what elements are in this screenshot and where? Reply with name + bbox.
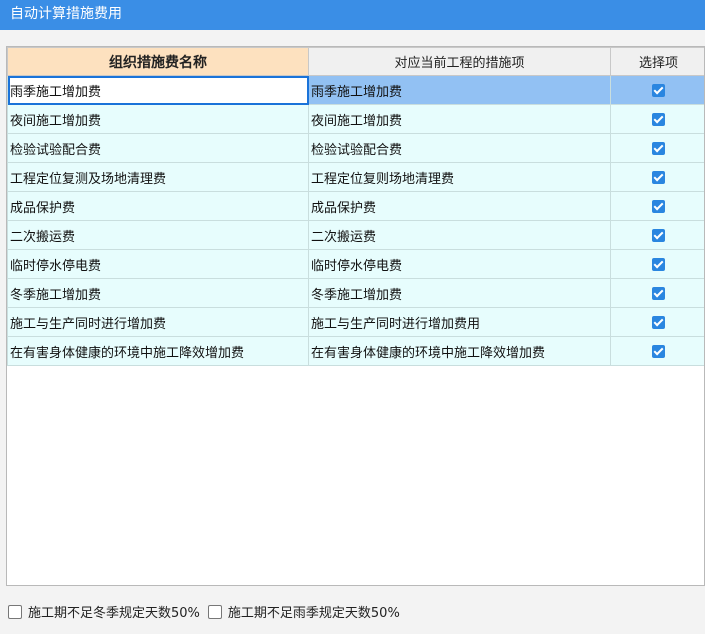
window-title: 自动计算措施费用 — [0, 0, 705, 30]
cell-project-item[interactable]: 工程定位复则场地清理费 — [308, 162, 611, 192]
table-row[interactable]: 雨季施工增加费 雨季施工增加费 — [7, 75, 704, 105]
select-checkbox[interactable] — [652, 315, 665, 329]
table-row[interactable]: 临时停水停电费 临时停水停电费 — [7, 249, 704, 279]
cell-measure-name[interactable]: 二次搬运费 — [7, 220, 309, 250]
select-checkbox[interactable] — [652, 112, 665, 126]
select-checkbox[interactable] — [652, 83, 665, 97]
cell-select — [610, 278, 704, 308]
select-checkbox[interactable] — [652, 170, 665, 184]
rain-shortfall-checkbox[interactable] — [207, 604, 222, 619]
cell-select — [610, 307, 704, 337]
cell-project-item[interactable]: 冬季施工增加费 — [308, 278, 611, 308]
select-checkbox[interactable] — [652, 257, 665, 271]
winter-shortfall-label: 施工期不足冬季规定天数50% — [28, 606, 200, 621]
cell-project-item[interactable]: 施工与生产同时进行增加费用 — [308, 307, 611, 337]
select-checkbox[interactable] — [652, 286, 665, 300]
table-row[interactable]: 成品保护费 成品保护费 — [7, 191, 704, 221]
cell-measure-name[interactable]: 夜间施工增加费 — [7, 104, 309, 134]
table-row[interactable]: 在有害身体健康的环境中施工降效增加费 在有害身体健康的环境中施工降效增加费 — [7, 336, 704, 366]
table-row[interactable]: 二次搬运费 二次搬运费 — [7, 220, 704, 250]
rain-shortfall-option[interactable]: 施工期不足雨季规定天数50% — [207, 602, 400, 621]
cell-measure-name[interactable]: 成品保护费 — [7, 191, 309, 221]
cell-project-item[interactable]: 检验试验配合费 — [308, 133, 611, 163]
column-header-select[interactable]: 选择项 — [610, 47, 704, 76]
footer-options: 施工期不足冬季规定天数50% 施工期不足雨季规定天数50% — [8, 602, 408, 621]
cell-measure-name[interactable]: 工程定位复测及场地清理费 — [7, 162, 309, 192]
cell-select — [610, 191, 704, 221]
cell-project-item[interactable]: 夜间施工增加费 — [308, 104, 611, 134]
cell-measure-name[interactable]: 在有害身体健康的环境中施工降效增加费 — [7, 336, 309, 366]
table-row[interactable]: 检验试验配合费 检验试验配合费 — [7, 133, 704, 163]
cell-select — [610, 104, 704, 134]
table-row[interactable]: 施工与生产同时进行增加费 施工与生产同时进行增加费用 — [7, 307, 704, 337]
column-header-item[interactable]: 对应当前工程的措施项 — [308, 47, 611, 76]
cell-measure-name[interactable]: 冬季施工增加费 — [7, 278, 309, 308]
cell-select — [610, 133, 704, 163]
select-checkbox[interactable] — [652, 141, 665, 155]
cell-project-item[interactable]: 在有害身体健康的环境中施工降效增加费 — [308, 336, 611, 366]
cell-select — [610, 220, 704, 250]
cell-select — [610, 162, 704, 192]
cell-project-item[interactable]: 二次搬运费 — [308, 220, 611, 250]
select-checkbox[interactable] — [652, 344, 665, 358]
cell-select — [610, 336, 704, 366]
select-checkbox[interactable] — [652, 228, 665, 242]
column-header-name[interactable]: 组织措施费名称 — [7, 47, 309, 76]
table-row[interactable]: 夜间施工增加费 夜间施工增加费 — [7, 104, 704, 134]
cell-measure-name[interactable]: 施工与生产同时进行增加费 — [7, 307, 309, 337]
winter-shortfall-option[interactable]: 施工期不足冬季规定天数50% — [8, 602, 200, 621]
cell-project-item[interactable]: 雨季施工增加费 — [308, 75, 611, 105]
winter-shortfall-checkbox[interactable] — [8, 604, 22, 619]
select-checkbox[interactable] — [652, 199, 665, 213]
cell-project-item[interactable]: 临时停水停电费 — [308, 249, 611, 279]
cell-measure-name[interactable]: 雨季施工增加费 — [7, 75, 309, 105]
measures-grid: 组织措施费名称 对应当前工程的措施项 选择项 雨季施工增加费 雨季施工增加费 夜间施… — [6, 46, 705, 586]
table-row[interactable]: 冬季施工增加费 冬季施工增加费 — [7, 278, 704, 308]
cell-measure-name[interactable]: 临时停水停电费 — [7, 249, 309, 279]
table-row[interactable]: 工程定位复测及场地清理费 工程定位复则场地清理费 — [7, 162, 704, 192]
cell-select — [610, 249, 704, 279]
cell-measure-name[interactable]: 检验试验配合费 — [7, 133, 309, 163]
cell-project-item[interactable]: 成品保护费 — [308, 191, 611, 221]
measures-table: 组织措施费名称 对应当前工程的措施项 选择项 雨季施工增加费 雨季施工增加费 夜间施… — [7, 47, 704, 366]
table-header-row: 组织措施费名称 对应当前工程的措施项 选择项 — [7, 47, 704, 76]
rain-shortfall-label: 施工期不足雨季规定天数50% — [227, 606, 400, 621]
cell-select — [610, 75, 704, 105]
